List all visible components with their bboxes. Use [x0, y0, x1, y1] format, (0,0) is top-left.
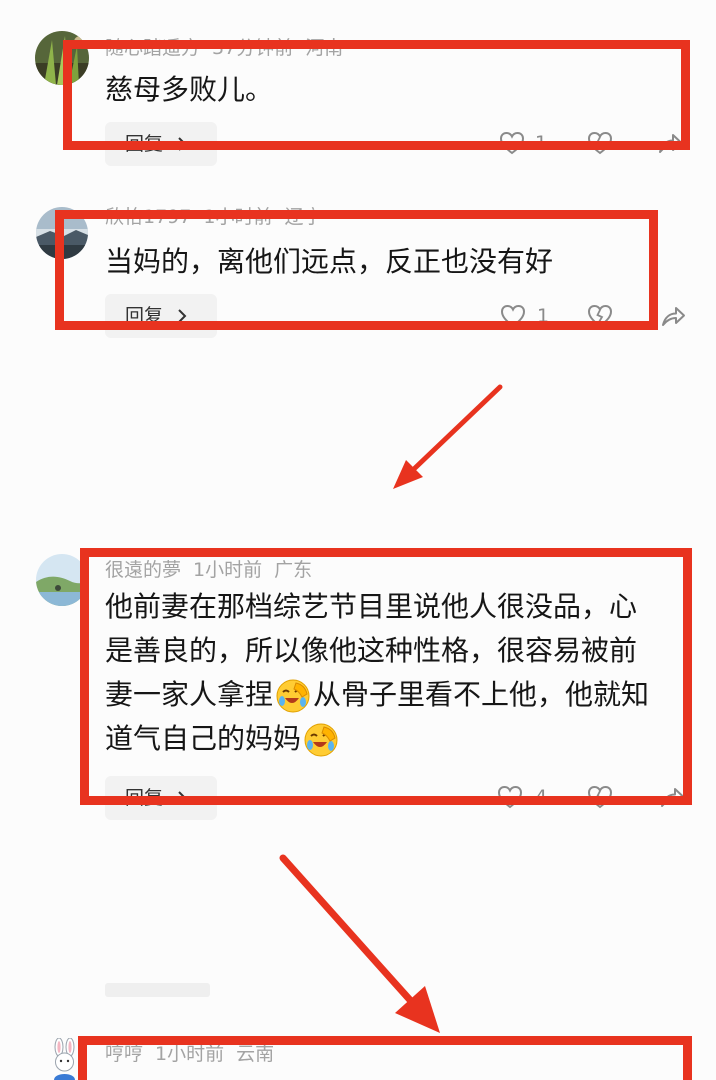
share-arrow-icon[interactable]: [658, 783, 686, 811]
comment-text-segment: 道气自己的妈妈: [105, 722, 302, 755]
comment-meta: 很遠的夢 1小时前 广东: [105, 558, 525, 582]
comment-location: 辽宁: [284, 206, 323, 228]
comment-text-line: 他前妻在那档综艺节目里说他人很没品，心: [105, 590, 638, 623]
like-count: 4: [535, 786, 548, 808]
comment-text-line: 是善良的，所以像他这种性格，很容易被前: [105, 634, 638, 667]
reply-button[interactable]: 回复: [105, 776, 217, 820]
like-heart-icon[interactable]: [499, 302, 527, 330]
facepalm-laugh-emoji-icon: [275, 678, 311, 714]
comment-text-segment: 妻一家人拿捏: [105, 678, 274, 711]
like-heart-icon[interactable]: [498, 129, 526, 157]
comment-meta: 哼哼 1小时前 云南: [105, 1042, 525, 1066]
comment-time: 37分钟前: [212, 37, 294, 59]
reply-label: 回复: [125, 133, 164, 155]
username[interactable]: 哼哼: [105, 1043, 143, 1065]
lake-landscape-avatar[interactable]: [36, 207, 88, 259]
comment-location: 河南: [305, 37, 344, 59]
username[interactable]: 欣怡1797: [105, 206, 191, 228]
red-arrow: [393, 384, 503, 489]
comment-feed: 随心踏遥方 37分钟前 河南 慈母多败儿。 回复 1 欣怡1797 1小时前 辽…: [0, 0, 716, 1080]
comment-text-segment: 从骨子里看不上他，他就知: [313, 678, 650, 711]
like-count: 1: [537, 305, 550, 327]
username[interactable]: 很遠的夢: [105, 559, 181, 581]
dislike-heart-icon[interactable]: [586, 129, 614, 157]
username[interactable]: 随心踏遥方: [105, 37, 200, 59]
comment-time: 1小时前: [193, 559, 263, 581]
comment-text: 当妈的，离他们远点，反正也没有好: [105, 245, 554, 278]
reply-label: 回复: [125, 787, 164, 809]
hill-landscape-avatar[interactable]: [36, 554, 88, 606]
comment-meta: 随心踏遥方 37分钟前 河南: [105, 36, 525, 60]
comment-text-line: 道气自己的妈妈: [105, 717, 695, 761]
reply-button[interactable]: 回复: [105, 122, 217, 166]
green-plant-avatar[interactable]: [35, 31, 89, 85]
comment-location: 广东: [274, 559, 313, 581]
share-arrow-icon[interactable]: [659, 302, 687, 330]
chevron-right-icon: [178, 137, 187, 151]
comment-location: 云南: [236, 1043, 275, 1065]
dislike-heart-icon[interactable]: [586, 302, 614, 330]
cartoon-bunny-avatar[interactable]: [44, 1038, 86, 1080]
dislike-heart-icon[interactable]: [586, 783, 614, 811]
comment-meta: 欣怡1797 1小时前 辽宁: [105, 205, 525, 229]
like-heart-icon[interactable]: [496, 783, 524, 811]
share-arrow-icon[interactable]: [656, 129, 684, 157]
reply-label: 回复: [125, 305, 164, 327]
reply-button[interactable]: 回复: [105, 294, 217, 338]
comment-text-line: 妻一家人拿捏 从骨子里看不上他，他就知: [105, 673, 695, 717]
chevron-right-icon: [178, 309, 187, 323]
like-count: 1: [535, 132, 548, 154]
facepalm-laugh-emoji-icon: [303, 722, 339, 758]
comment-time: 1小时前: [155, 1043, 225, 1065]
placeholder-bar: [105, 983, 210, 997]
chevron-right-icon: [178, 791, 187, 805]
comment-time: 1小时前: [203, 206, 273, 228]
red-arrow: [279, 854, 440, 1033]
comment-text: 慈母多败儿。: [105, 73, 274, 106]
comment-text: 他前妻在那档综艺节目里说他人很没品，心 是善良的，所以像他这种性格，很容易被前 …: [105, 585, 695, 761]
